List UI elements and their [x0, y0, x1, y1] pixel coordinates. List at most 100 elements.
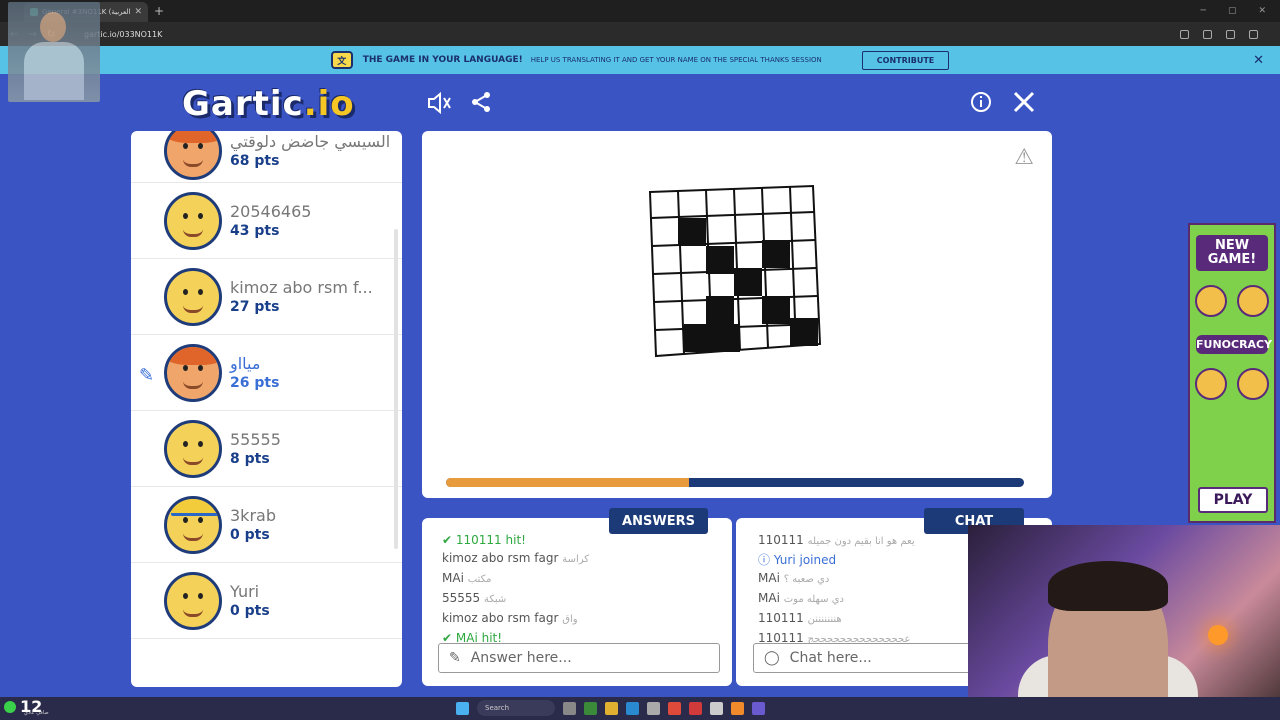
share-icon[interactable]	[470, 91, 492, 118]
answer-input[interactable]: ✎ Answer here...	[438, 643, 720, 673]
message-user: MAi	[442, 571, 464, 585]
message-text: hit!	[505, 533, 526, 547]
player-row[interactable]: 3krab 0 pts	[131, 487, 402, 563]
taskbar-apps: Search	[456, 700, 765, 716]
extensions-icon[interactable]	[1226, 29, 1235, 39]
webcam-hair	[1048, 561, 1168, 611]
chat-input-placeholder: Chat here...	[789, 650, 872, 666]
banner-sub-text: HELP US TRANSLATING IT AND GET YOUR NAME…	[530, 56, 822, 64]
app-icon-4[interactable]	[710, 701, 723, 715]
message-user: 110111	[455, 533, 502, 547]
player-points: 26 pts	[230, 375, 280, 391]
contribute-button[interactable]: CONTRIBUTE	[861, 50, 950, 70]
message-text: دي صعبه ؟	[783, 574, 830, 585]
player-row[interactable]: Yuri 0 pts	[131, 563, 402, 639]
edge-icon[interactable]	[626, 701, 639, 715]
player-row[interactable]: kimoz abo rsm f... 27 pts	[131, 259, 402, 335]
app-icon-2[interactable]	[647, 701, 660, 715]
message-text: مكتب	[467, 574, 492, 585]
pencil-icon: ✎	[449, 650, 461, 666]
taskview-icon[interactable]	[563, 701, 576, 715]
start-icon[interactable]	[456, 701, 469, 715]
chat-input[interactable]: ◯ Chat here...	[753, 643, 971, 673]
new-tab-icon[interactable]: +	[154, 4, 164, 18]
player-name: 20546465	[230, 202, 312, 221]
player-list-scrollbar[interactable]	[394, 229, 398, 549]
player-name: ميااو	[230, 354, 261, 373]
discord-icon[interactable]	[752, 701, 765, 715]
webcam-lamp	[1208, 625, 1228, 645]
message-text: هنننننننن	[807, 614, 842, 625]
player-list: السيسي جاضض دلوقتي 68 pts 20546465 43 pts ki…	[131, 131, 402, 687]
player-points: 27 pts	[230, 299, 280, 315]
taskbar-search[interactable]: Search	[477, 700, 555, 716]
install-icon[interactable]	[1180, 29, 1189, 39]
message-user: MAi	[758, 571, 780, 585]
message-text: كراسة	[562, 554, 589, 565]
player-avatar	[164, 343, 222, 402]
ad-banner[interactable]: NEW GAME! FUNOCRACY PLAY	[1188, 223, 1276, 523]
gartic-logo: Gartic.io	[182, 84, 355, 124]
chat-messages: 110111 يعم هو انا بقيم دون جميله ⓘ Yuri j…	[758, 531, 968, 649]
file-explorer-icon[interactable]	[605, 701, 618, 715]
answer-input-placeholder: Answer here...	[470, 650, 572, 666]
player-avatar	[164, 131, 222, 180]
window-controls: ─ ▢ ✕	[1201, 6, 1266, 16]
ad-play-button[interactable]: PLAY	[1198, 487, 1268, 513]
player-info: السيسي جاضض دلوقتي 68 pts	[230, 132, 390, 169]
info-icon[interactable]	[970, 91, 992, 118]
bookmark-icon[interactable]	[1203, 29, 1212, 39]
player-avatar	[164, 267, 222, 326]
webcam-overlay-small	[8, 2, 100, 102]
drawing-pencil-icon: ✎	[139, 365, 155, 386]
message-text: شبكة	[484, 594, 507, 605]
browser-tab-bar: General #3NO11K (العربية) - Gartic ✕ + ─…	[0, 0, 1280, 22]
player-info: 20546465 43 pts	[230, 202, 311, 239]
status-dot-icon	[4, 700, 16, 713]
drawn-grid-sketch	[648, 184, 822, 358]
webcam-head	[40, 12, 66, 42]
player-name: kimoz abo rsm f...	[230, 278, 373, 297]
message-user: 110111	[758, 533, 804, 547]
answers-message: MAi مكتب	[442, 569, 722, 589]
chrome-icon[interactable]	[668, 701, 681, 715]
chat-message: MAi دي سهله موت	[758, 589, 968, 609]
message-text: واق	[562, 614, 578, 625]
player-row[interactable]: 55555 8 pts	[131, 411, 402, 487]
message-user: 110111	[758, 611, 804, 625]
player-name: 55555	[230, 430, 281, 449]
ad-headline: NEW GAME!	[1196, 235, 1268, 271]
player-row[interactable]: السيسي جاضض دلوقتي 68 pts	[131, 131, 402, 183]
window-close-icon[interactable]: ✕	[1258, 6, 1266, 16]
player-row[interactable]: 20546465 43 pts	[131, 183, 402, 259]
app-icon-1[interactable]	[584, 701, 597, 715]
player-avatar	[164, 495, 222, 554]
sound-icon[interactable]	[427, 91, 453, 119]
ad-characters	[1190, 285, 1274, 317]
answers-message: kimoz abo rsm fagr واق	[442, 609, 722, 629]
app-icon-5[interactable]	[731, 701, 744, 715]
message-user: MAi	[758, 591, 780, 605]
app-icon-3[interactable]	[689, 701, 702, 715]
player-points: 68 pts	[230, 153, 280, 169]
banner-close-icon[interactable]: ✕	[1253, 53, 1264, 68]
player-info: kimoz abo rsm f... 27 pts	[230, 278, 373, 315]
report-warning-icon[interactable]: ⚠	[1014, 145, 1034, 170]
taskbar: 12 صافي عادي Search	[0, 697, 1280, 720]
tab-close-icon[interactable]: ✕	[134, 7, 142, 17]
chat-message: ⓘ Yuri joined	[758, 551, 968, 569]
ad-brand: FUNOCRACY	[1196, 335, 1272, 354]
webcam-overlay	[968, 525, 1280, 720]
message-text: دي سهله موت	[783, 594, 844, 605]
chat-search-icon: ◯	[764, 650, 780, 666]
profile-icon[interactable]	[1249, 29, 1258, 39]
exit-icon[interactable]	[1012, 90, 1036, 119]
translation-banner: 文 THE GAME IN YOUR LANGUAGE! HELP US TRA…	[0, 46, 1280, 74]
player-info: Yuri 0 pts	[230, 582, 270, 619]
chat-message: 110111 يعم هو انا بقيم دون جميله	[758, 531, 968, 551]
maximize-icon[interactable]: ▢	[1228, 6, 1237, 16]
minimize-icon[interactable]: ─	[1201, 6, 1206, 16]
answers-message: ✔ 110111 hit!	[442, 531, 722, 549]
player-row[interactable]: ✎ ميااو 26 pts	[131, 335, 402, 411]
round-timer-bar	[446, 478, 1024, 487]
